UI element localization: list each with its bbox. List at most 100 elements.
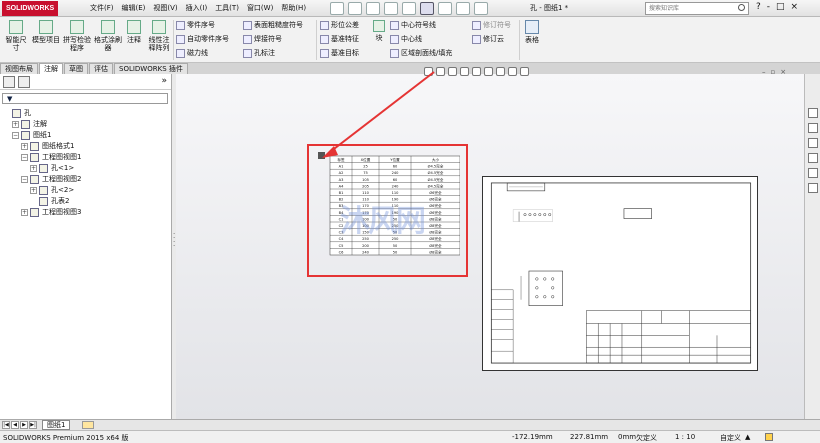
area-hatch-fill-button[interactable]: 区域剖面线/填充 bbox=[390, 48, 452, 58]
magnetic-line-button[interactable]: 磁力线 bbox=[176, 48, 208, 58]
double-chevron-right-icon[interactable]: » bbox=[161, 76, 167, 86]
help-button[interactable]: ? bbox=[756, 2, 761, 12]
menu-item-6[interactable]: 帮助(H) bbox=[279, 3, 308, 13]
expand-icon[interactable]: + bbox=[12, 121, 19, 128]
weld-symbol-button[interactable]: 焊接符号 bbox=[243, 34, 282, 44]
view-slot[interactable] bbox=[623, 208, 652, 219]
first-sheet-icon[interactable]: |◀ bbox=[2, 421, 10, 429]
status-info-icon[interactable] bbox=[765, 433, 773, 441]
file-properties-icon[interactable] bbox=[456, 2, 470, 15]
maximize-button[interactable]: □ bbox=[776, 2, 785, 12]
center-mark-button[interactable]: 中心符号线 bbox=[390, 20, 436, 30]
tree-item[interactable]: + 工程图视图3 bbox=[0, 207, 172, 218]
revision-cloud-button[interactable]: 修订云 bbox=[472, 34, 504, 44]
property-manager-icon[interactable] bbox=[18, 76, 30, 88]
next-sheet-icon[interactable]: ▶ bbox=[20, 421, 28, 429]
expand-icon[interactable]: + bbox=[21, 209, 28, 216]
expand-icon[interactable]: + bbox=[30, 165, 37, 172]
tables-button[interactable]: 表格 bbox=[522, 20, 542, 44]
undo-icon[interactable] bbox=[402, 2, 416, 15]
save-icon[interactable] bbox=[366, 2, 380, 15]
previous-view-icon[interactable] bbox=[448, 67, 457, 76]
menu-item-5[interactable]: 窗口(W) bbox=[245, 3, 275, 13]
tree-item[interactable]: 孔 bbox=[0, 108, 172, 119]
design-library-icon[interactable] bbox=[808, 123, 818, 133]
title-block[interactable] bbox=[586, 310, 751, 364]
select-cursor-icon[interactable] bbox=[420, 2, 434, 15]
appearances-icon[interactable] bbox=[808, 168, 818, 178]
geometric-tolerance-button[interactable]: 形位公差 bbox=[320, 20, 359, 30]
tree-item[interactable]: − 图纸1 bbox=[0, 130, 172, 141]
balloon-button[interactable]: 零件序号 bbox=[176, 20, 215, 30]
viewport-close-icon[interactable]: × bbox=[780, 68, 786, 76]
splitter-grip-icon[interactable]: · · · · bbox=[173, 231, 175, 250]
last-sheet-icon[interactable]: ▶| bbox=[29, 421, 37, 429]
minimize-button[interactable]: - bbox=[767, 2, 770, 12]
zoom-to-area-icon[interactable] bbox=[436, 67, 445, 76]
print-icon[interactable] bbox=[384, 2, 398, 15]
search-input[interactable]: 搜索知识库 bbox=[645, 2, 749, 15]
tree-item[interactable]: 孔表2 bbox=[0, 196, 172, 207]
part-view[interactable] bbox=[528, 270, 563, 306]
collapse-icon[interactable]: − bbox=[12, 132, 19, 139]
close-button[interactable]: × bbox=[791, 2, 799, 12]
smart-dimension-button[interactable]: 智能尺寸 bbox=[3, 20, 29, 52]
sheet-tab[interactable]: 图纸1 bbox=[42, 420, 71, 430]
command-tab-0[interactable]: 视图布局 bbox=[0, 63, 38, 74]
tree-item[interactable]: + 注解 bbox=[0, 119, 172, 130]
add-sheet-icon[interactable] bbox=[82, 421, 94, 429]
tree-item[interactable]: + 图纸格式1 bbox=[0, 141, 172, 152]
spell-checker-button[interactable]: 拼写检验程序 bbox=[62, 20, 92, 52]
tree-item[interactable]: + 孔<2> bbox=[0, 185, 172, 196]
display-style-icon[interactable] bbox=[496, 67, 505, 76]
section-view-icon[interactable] bbox=[460, 67, 469, 76]
note-button[interactable]: 注释 bbox=[124, 20, 144, 44]
auto-balloon-button[interactable]: 自动零件序号 bbox=[176, 34, 229, 44]
view-settings-icon[interactable] bbox=[508, 67, 517, 76]
file-explorer-icon[interactable] bbox=[808, 138, 818, 148]
menu-item-2[interactable]: 视图(V) bbox=[151, 3, 179, 13]
datum-target-button[interactable]: 基准目标 bbox=[320, 48, 359, 58]
viewport-minimize-icon[interactable]: – bbox=[762, 68, 766, 76]
tree-item[interactable]: − 工程图视图2 bbox=[0, 174, 172, 185]
view-hole-row[interactable] bbox=[523, 213, 552, 217]
datum-feature-button[interactable]: 基准特征 bbox=[320, 34, 359, 44]
custom-properties-icon[interactable] bbox=[808, 183, 818, 193]
linear-note-pattern-button[interactable]: 线性注释阵列 bbox=[146, 20, 172, 52]
menu-item-4[interactable]: 工具(T) bbox=[213, 3, 241, 13]
open-folder-icon[interactable] bbox=[348, 2, 362, 15]
viewport-restore-icon[interactable]: ▫ bbox=[771, 68, 776, 76]
command-tab-1[interactable]: 注解 bbox=[39, 63, 63, 74]
model-items-button[interactable]: 模型项目 bbox=[32, 20, 60, 44]
collapse-icon[interactable]: − bbox=[21, 154, 28, 161]
expand-icon[interactable]: + bbox=[30, 187, 37, 194]
new-document-icon[interactable] bbox=[330, 2, 344, 15]
solidworks-resources-icon[interactable] bbox=[808, 108, 818, 118]
menu-item-3[interactable]: 插入(I) bbox=[184, 3, 210, 13]
unit-system[interactable]: 自定义 bbox=[720, 433, 741, 443]
drawing-sheet[interactable] bbox=[482, 176, 758, 371]
feature-manager-tree-icon[interactable] bbox=[3, 76, 15, 88]
menu-item-0[interactable]: 文件(F) bbox=[88, 3, 116, 13]
search-icon[interactable] bbox=[738, 4, 745, 11]
rotate-icon[interactable] bbox=[472, 67, 481, 76]
tree-item[interactable]: + 孔<1> bbox=[0, 163, 172, 174]
tree-item[interactable]: − 工程图视图1 bbox=[0, 152, 172, 163]
rebuild-icon[interactable] bbox=[438, 2, 452, 15]
collapse-icon[interactable]: − bbox=[21, 176, 28, 183]
expand-icon[interactable]: + bbox=[21, 143, 28, 150]
command-tab-2[interactable]: 草图 bbox=[64, 63, 88, 74]
hole-callout-button[interactable]: 孔标注 bbox=[243, 48, 275, 58]
menu-item-1[interactable]: 编辑(E) bbox=[120, 3, 148, 13]
command-tab-3[interactable]: 评估 bbox=[89, 63, 113, 74]
command-tab-4[interactable]: SOLIDWORKS 插件 bbox=[114, 63, 188, 74]
view-palette-icon[interactable] bbox=[808, 153, 818, 163]
zoom-to-fit-icon[interactable] bbox=[424, 67, 433, 76]
pan-icon[interactable] bbox=[484, 67, 493, 76]
revision-symbol-button[interactable]: 修订符号 bbox=[472, 20, 511, 30]
units-dropdown-icon[interactable]: ▲ bbox=[745, 433, 750, 441]
sheet-scale[interactable]: 1 : 10 bbox=[675, 433, 695, 441]
blocks-button[interactable]: 块 bbox=[372, 20, 386, 42]
format-painter-button[interactable]: 格式涂刷器 bbox=[94, 20, 122, 52]
centerline-button[interactable]: 中心线 bbox=[390, 34, 422, 44]
